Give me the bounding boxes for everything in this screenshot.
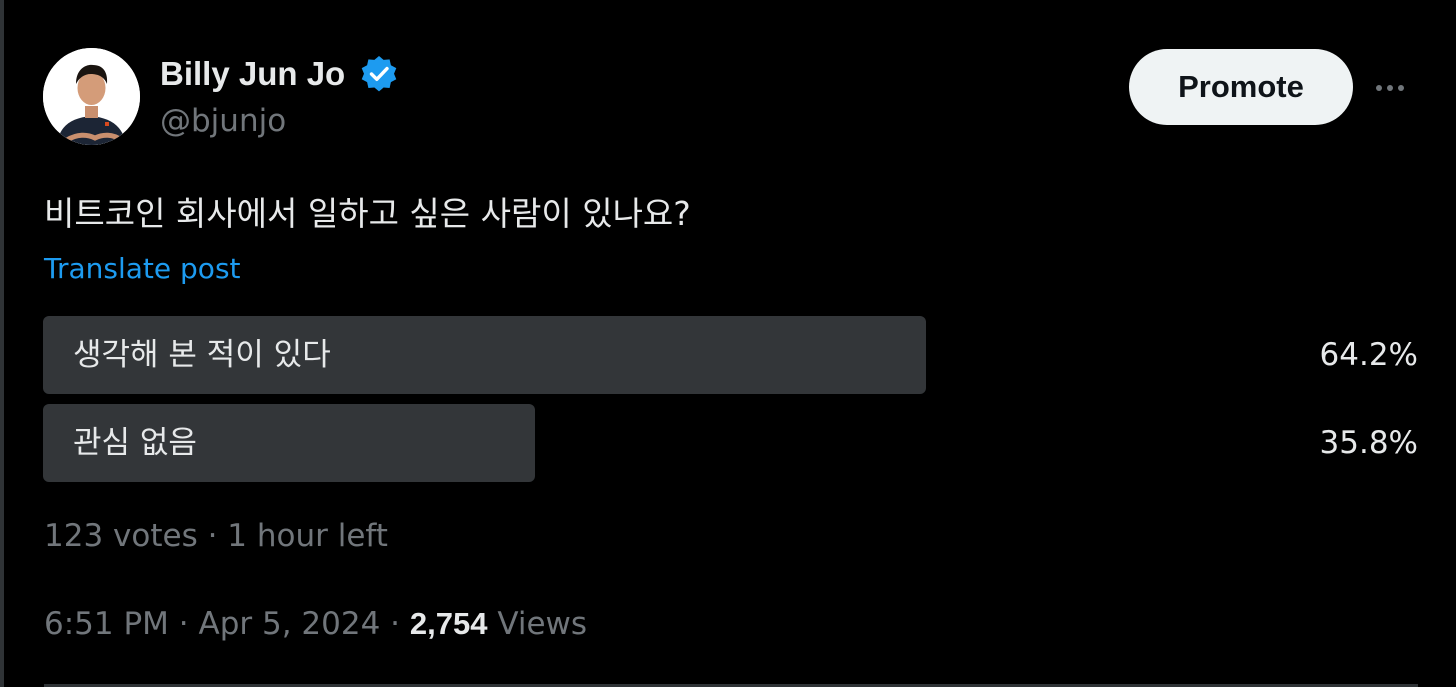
poll-option-percent: 64.2% bbox=[1319, 337, 1418, 373]
poll-option: 생각해 본 적이 있다 64.2% bbox=[43, 316, 1418, 394]
separator-dot: · bbox=[178, 606, 189, 642]
verified-badge-icon[interactable] bbox=[359, 54, 399, 94]
poll-votes: 123 votes bbox=[44, 518, 198, 554]
post-date[interactable]: Apr 5, 2024 bbox=[199, 606, 381, 642]
more-dots-icon[interactable] bbox=[1370, 68, 1410, 108]
promote-button[interactable]: Promote bbox=[1129, 49, 1353, 125]
separator-dot: · bbox=[207, 518, 218, 554]
poll-option-label: 생각해 본 적이 있다 bbox=[73, 337, 331, 373]
poll-time-left: 1 hour left bbox=[227, 518, 388, 554]
views-label[interactable]: Views bbox=[497, 606, 587, 642]
poll-option-percent: 35.8% bbox=[1319, 425, 1418, 461]
author-handle[interactable]: @bjunjo bbox=[160, 101, 286, 141]
translate-post-link[interactable]: Translate post bbox=[44, 250, 241, 288]
avatar-photo-icon bbox=[43, 48, 140, 145]
avatar[interactable] bbox=[43, 48, 140, 145]
poll-option-label: 관심 없음 bbox=[73, 425, 197, 461]
left-border bbox=[0, 0, 4, 687]
poll-summary: 123 votes · 1 hour left bbox=[44, 515, 388, 557]
post-metadata: 6:51 PM · Apr 5, 2024 · 2,754 Views bbox=[44, 603, 587, 645]
post-time[interactable]: 6:51 PM bbox=[44, 606, 169, 642]
views-count[interactable]: 2,754 bbox=[410, 606, 488, 641]
poll-option: 관심 없음 35.8% bbox=[43, 404, 1418, 482]
author-display-name[interactable]: Billy Jun Jo bbox=[160, 52, 345, 96]
post-text: 비트코인 회사에서 일하고 싶은 사람이 있나요? bbox=[44, 194, 691, 233]
separator-dot: · bbox=[390, 606, 401, 642]
